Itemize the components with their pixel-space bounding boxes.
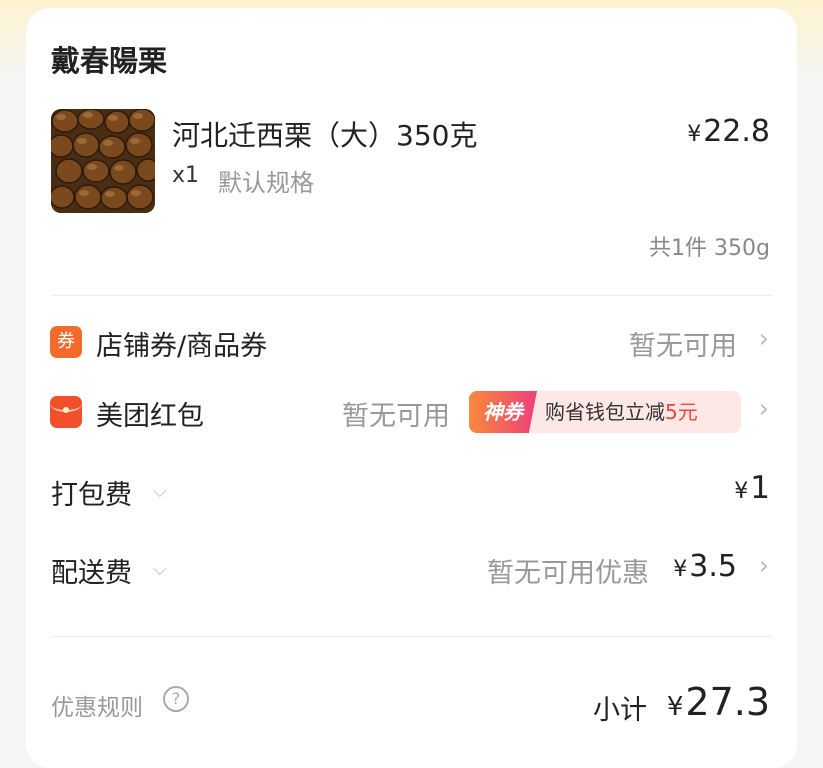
chevron-right-icon[interactable]: › xyxy=(759,324,769,354)
delivery-fee-value: ¥3.5 xyxy=(673,549,737,584)
chevron-down-icon[interactable]: ⌵ xyxy=(153,481,167,502)
product-name[interactable]: 河北迁西栗（大）350克 xyxy=(172,114,477,154)
product-price-value: 22.8 xyxy=(703,114,770,149)
product-spec: 默认规格 xyxy=(218,169,314,197)
red-packet-row-label[interactable]: 美团红包 xyxy=(96,394,204,433)
promo-text-label: 购省钱包立减 xyxy=(545,400,665,424)
coupon-icon: 券 xyxy=(50,326,82,358)
shop-name[interactable]: 戴春陽栗 xyxy=(51,38,167,80)
red-packet-icon xyxy=(50,396,82,428)
help-icon[interactable]: ? xyxy=(163,686,189,712)
delivery-fee-symbol: ¥ xyxy=(673,557,688,582)
product-quantity: x1 xyxy=(172,163,200,188)
delivery-fee-note: 暂无可用优惠 xyxy=(487,558,649,589)
discount-rules-label[interactable]: 优惠规则 xyxy=(51,688,143,722)
coupon-row-label[interactable]: 店铺券/商品券 xyxy=(96,324,267,363)
packing-fee-symbol: ¥ xyxy=(734,479,749,504)
promo-tag: 神券 xyxy=(469,391,537,433)
red-packet-row-value[interactable]: 暂无可用 xyxy=(342,394,450,433)
coupon-row-value[interactable]: 暂无可用 xyxy=(629,324,737,363)
subtotal-amount: 27.3 xyxy=(685,680,770,724)
savings-promo-banner[interactable]: 神券 购省钱包立减5元 xyxy=(469,391,741,433)
subtotal-label: 小计 xyxy=(593,695,647,726)
promo-amount: 5元 xyxy=(665,400,698,424)
chevron-right-icon[interactable]: › xyxy=(759,551,769,581)
subtotal-value: ¥27.3 xyxy=(667,680,770,724)
product-price-symbol: ¥ xyxy=(687,122,702,147)
divider xyxy=(51,636,772,637)
order-card: 戴春陽栗 河北迁西栗（大）350克 ¥22.8 x1 默认规格 共1件 350g… xyxy=(26,8,797,768)
packing-fee-amount: 1 xyxy=(750,470,770,506)
chevron-right-icon[interactable]: › xyxy=(759,394,769,424)
product-image[interactable] xyxy=(51,109,155,213)
delivery-fee-label[interactable]: 配送费 xyxy=(51,551,132,590)
item-summary: 共1件 350g xyxy=(649,236,770,261)
divider xyxy=(51,295,772,296)
packing-fee-label[interactable]: 打包费 xyxy=(51,473,132,512)
product-price: ¥22.8 xyxy=(687,114,770,149)
packing-fee-value: ¥1 xyxy=(734,470,770,506)
subtotal-symbol: ¥ xyxy=(666,692,684,722)
promo-text: 购省钱包立减5元 xyxy=(545,391,698,433)
chevron-down-icon[interactable]: ⌵ xyxy=(153,559,167,580)
delivery-fee-amount: 3.5 xyxy=(689,549,737,584)
